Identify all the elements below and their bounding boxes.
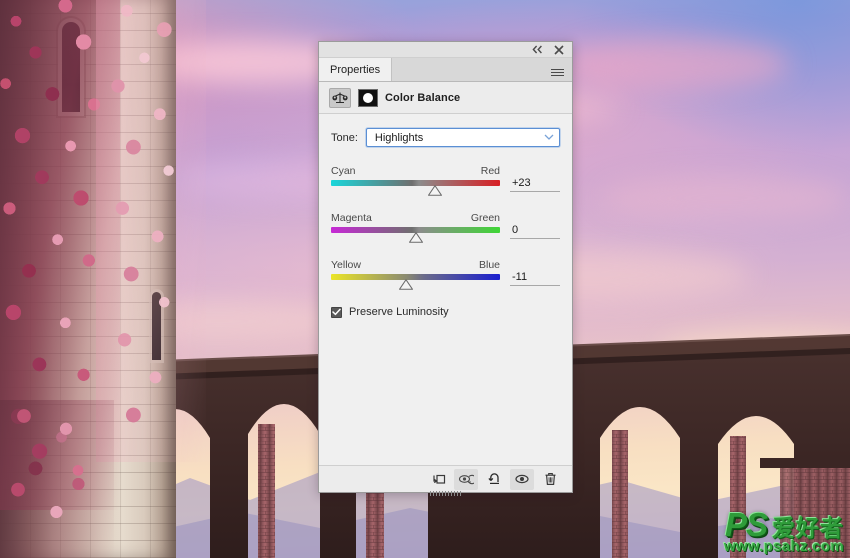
eye-previous-state-icon (458, 474, 474, 484)
preserve-luminosity-label: Preserve Luminosity (349, 306, 449, 318)
adjustment-title: Color Balance (385, 91, 461, 104)
clip-to-layer-button[interactable] (426, 469, 450, 490)
panel-tab-bar: Properties (319, 58, 572, 82)
tower-window-lower (152, 292, 161, 360)
close-icon[interactable] (553, 44, 565, 56)
slider-cyan-red: Cyan Red (331, 165, 560, 196)
color-balance-scale-icon[interactable] (329, 87, 351, 108)
slider-magenta-green-thumb[interactable] (408, 232, 423, 243)
eye-icon (515, 474, 529, 484)
slider-cyan-red-value[interactable] (510, 177, 560, 192)
slider-magenta-green-right-label: Green (470, 212, 500, 224)
hamburger-menu-icon[interactable] (543, 58, 572, 81)
preserve-luminosity-row: Preserve Luminosity (331, 306, 560, 318)
tower-brick-texture (0, 0, 176, 558)
tower-window (62, 22, 80, 112)
view-previous-state-button[interactable] (454, 468, 478, 490)
slider-cyan-red-thumb[interactable] (427, 185, 442, 196)
collapse-panel-icon[interactable] (531, 44, 543, 56)
clip-to-layer-icon (432, 474, 445, 484)
tone-row: Tone: Highlights (331, 128, 560, 147)
slider-yellow-blue-left-label: Yellow (331, 259, 361, 271)
slider-magenta-green-left-label: Magenta (331, 212, 372, 224)
slider-cyan-red-left-label: Cyan (331, 165, 356, 177)
delete-adjustment-layer-button[interactable] (538, 469, 562, 490)
preserve-luminosity-checkbox[interactable] (331, 306, 342, 318)
slider-yellow-blue-value[interactable] (510, 271, 560, 286)
tab-properties-label: Properties (330, 63, 381, 76)
panel-body: Tone: Highlights Cyan Red +23 Magenta Gr… (319, 114, 572, 465)
chevron-down-icon (544, 133, 554, 142)
tone-selected-value: Highlights (374, 131, 424, 144)
tab-properties[interactable]: Properties (319, 58, 393, 81)
panel-footer (319, 465, 572, 496)
reset-adjustment-button[interactable] (482, 469, 506, 490)
reset-arrow-icon (487, 473, 499, 484)
tone-label: Tone: (331, 131, 358, 144)
stone-tower (0, 0, 206, 558)
layer-mask-thumbnail[interactable] (358, 88, 378, 107)
trash-icon (545, 473, 555, 485)
properties-panel: Properties Color Balance Tone: Highlight… (318, 41, 573, 496)
slider-yellow-blue-thumb[interactable] (399, 279, 414, 290)
slider-yellow-blue: Yellow Blue (331, 259, 560, 290)
panel-titlebar (319, 42, 572, 58)
slider-cyan-red-right-label: Red (480, 165, 500, 177)
slider-yellow-blue-right-label: Blue (478, 259, 500, 271)
adjustment-header: Color Balance (319, 82, 572, 114)
tone-select[interactable]: Highlights (365, 128, 560, 147)
panel-resize-grip[interactable] (429, 491, 462, 496)
toggle-layer-visibility-button[interactable] (510, 468, 534, 490)
slider-cyan-red-track[interactable] (331, 180, 500, 186)
slider-yellow-blue-track[interactable] (331, 274, 500, 280)
slider-magenta-green-value[interactable] (510, 224, 560, 239)
slider-magenta-green: Magenta Green (331, 212, 560, 243)
